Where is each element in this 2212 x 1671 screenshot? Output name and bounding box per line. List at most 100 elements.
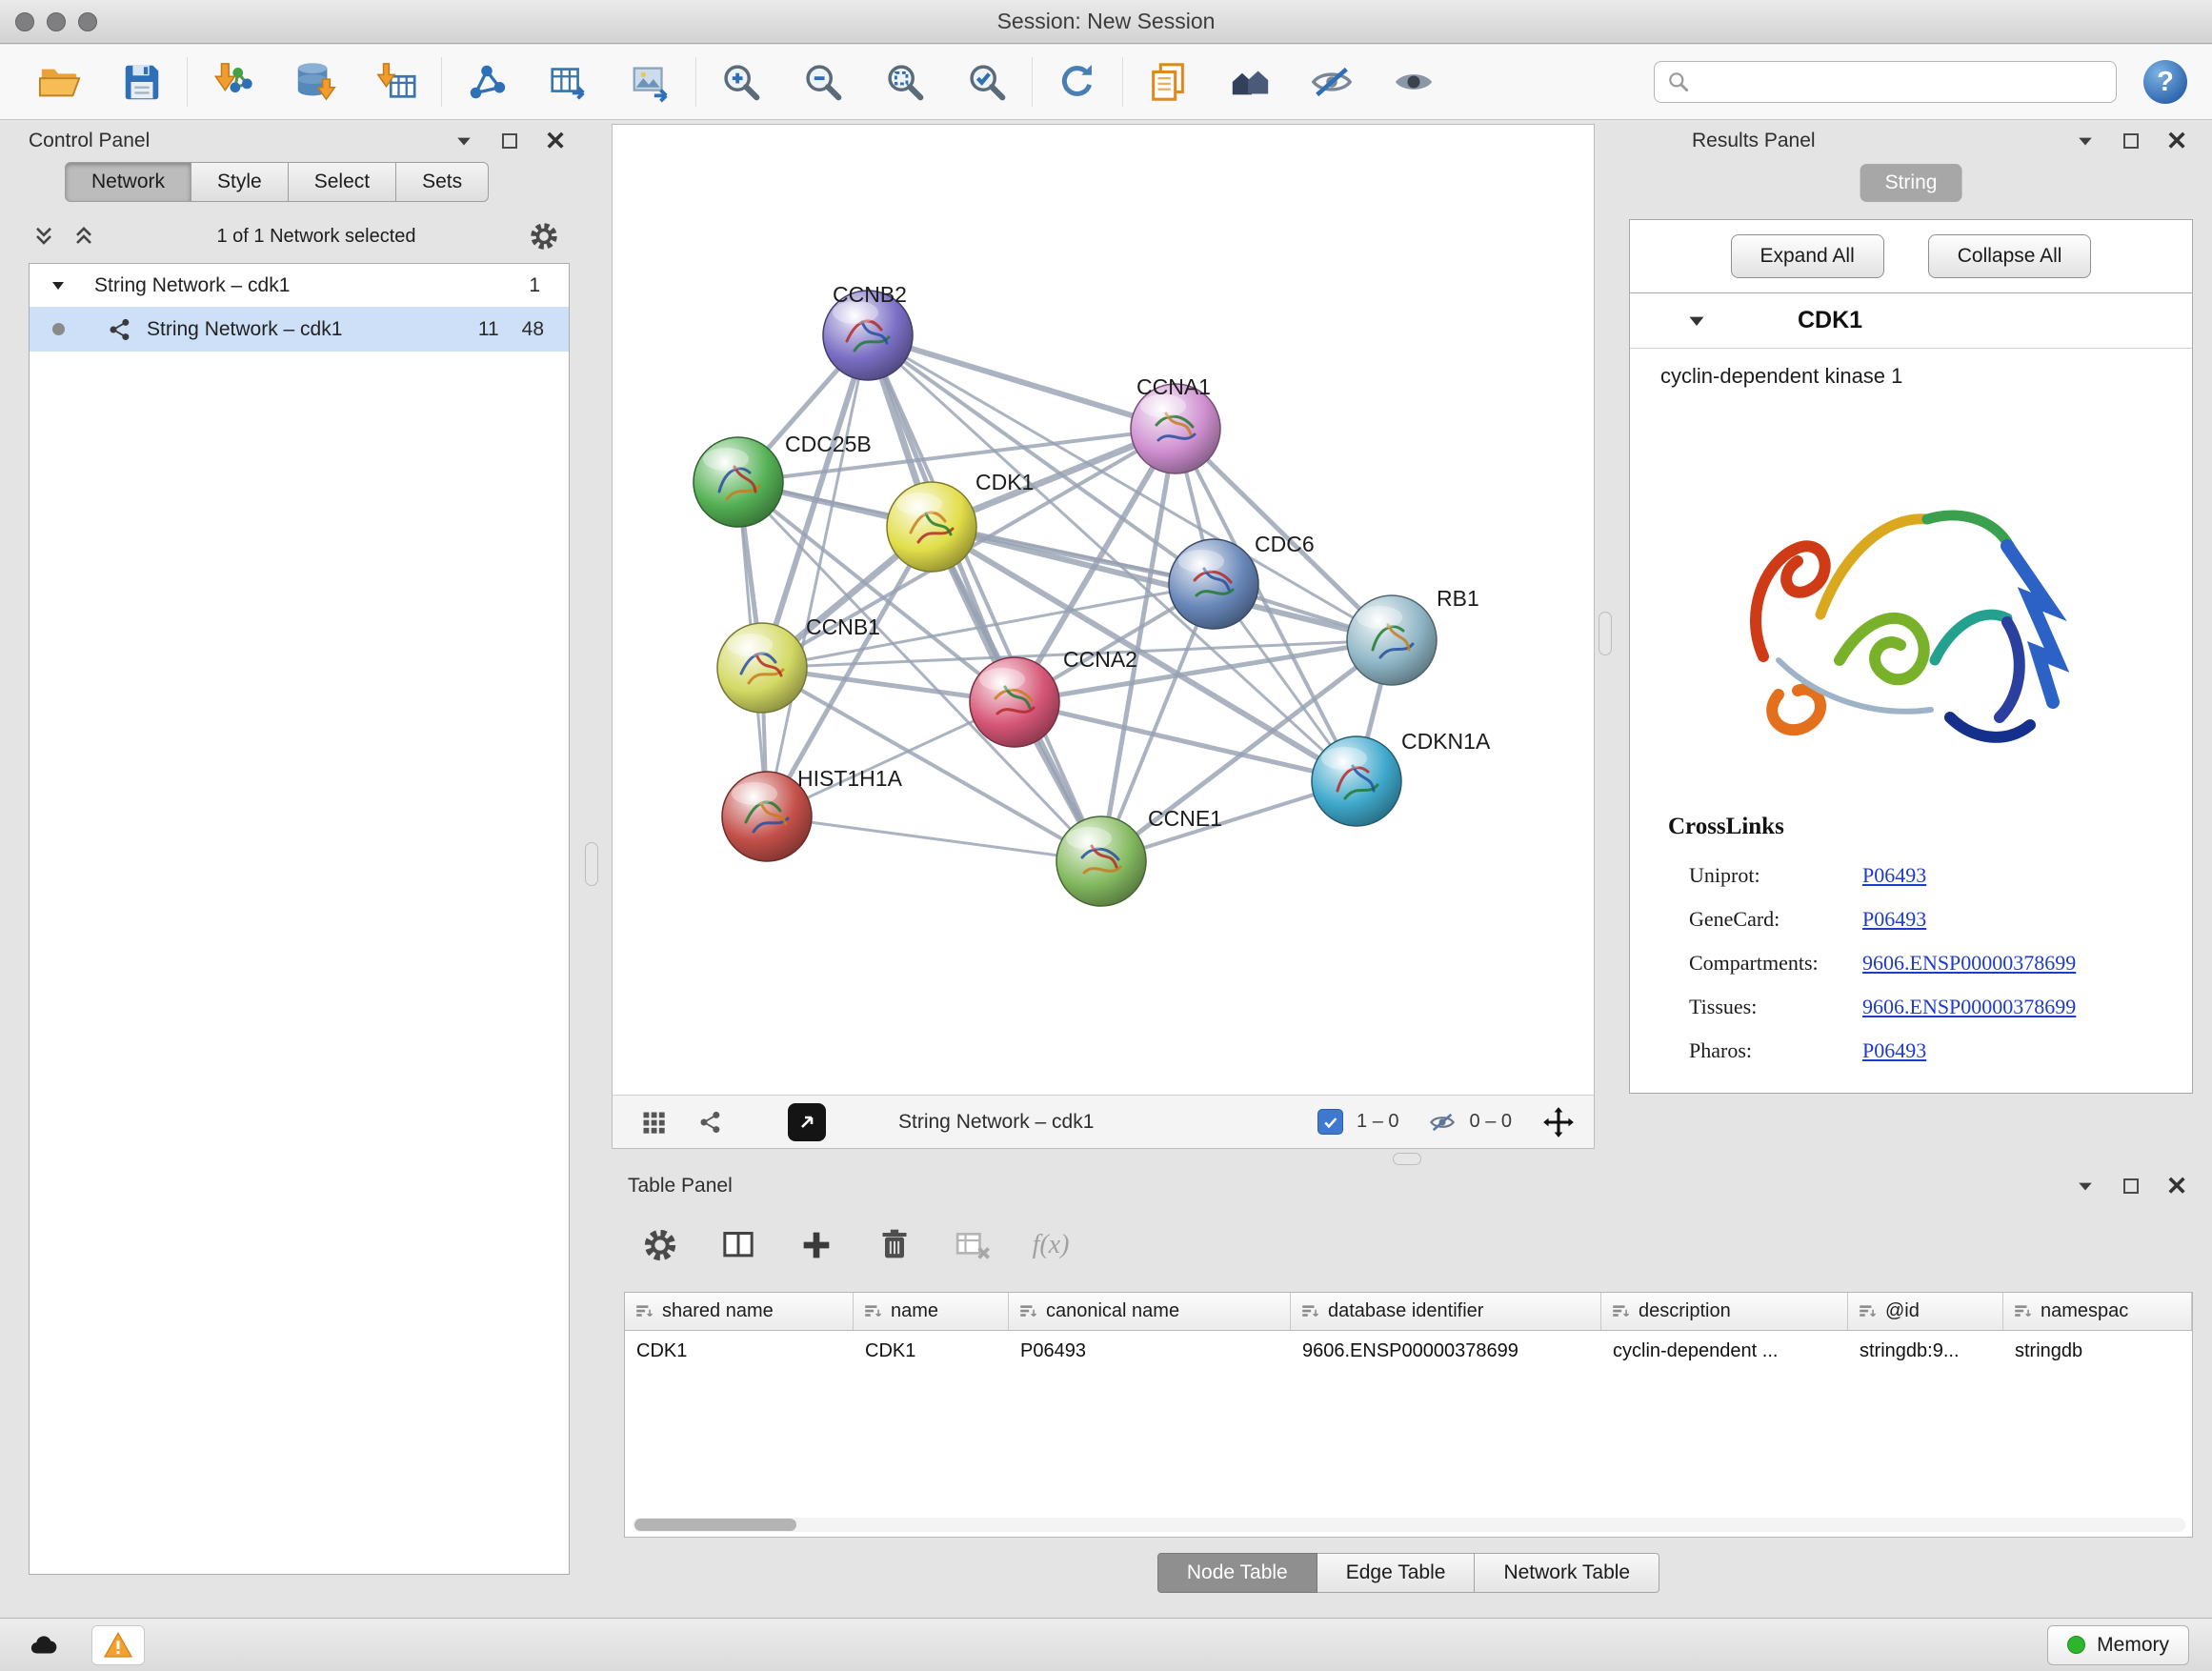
column-header-shared-name[interactable]: shared name — [625, 1293, 854, 1330]
save-session-button[interactable] — [112, 52, 171, 111]
import-table-file-button[interactable] — [367, 52, 426, 111]
network-node-cdkn1a[interactable] — [1312, 736, 1401, 826]
results-panel-close-button[interactable]: ✕ — [2164, 129, 2189, 153]
tab-sets[interactable]: Sets — [396, 162, 489, 202]
show-panel-button[interactable] — [1384, 52, 1443, 111]
network-node-ccna2[interactable] — [970, 657, 1059, 747]
network-node-cdc6[interactable] — [1169, 539, 1258, 629]
network-canvas[interactable]: CCNB2CCNA1CDC25BCDK1CDC6RB1CCNB1CCNA2CDK… — [613, 125, 1594, 1095]
home-button[interactable] — [1220, 52, 1279, 111]
tab-network-table[interactable]: Network Table — [1475, 1553, 1659, 1593]
cell-shared-name[interactable]: CDK1 — [625, 1331, 854, 1371]
control-panel-float-button[interactable] — [452, 129, 476, 153]
tree-expand-caret-icon[interactable] — [50, 278, 66, 293]
delete-column-button[interactable] — [870, 1220, 919, 1270]
cell-name[interactable]: CDK1 — [854, 1331, 1009, 1371]
caret-down-icon — [2077, 132, 2094, 150]
zoom-out-button[interactable] — [794, 52, 853, 111]
crosslink-row-uniprot: Uniprot: P06493 — [1630, 854, 2192, 897]
new-network-button[interactable] — [457, 52, 516, 111]
network-node-ccne1[interactable] — [1056, 816, 1146, 906]
collapse-all-button[interactable]: Collapse All — [1928, 234, 2092, 278]
memory-button[interactable]: Memory — [2047, 1625, 2189, 1665]
hidden-items-button[interactable] — [1428, 1108, 1457, 1137]
table-panel-float-button[interactable] — [2073, 1174, 2098, 1198]
network-node-rb1[interactable] — [1347, 595, 1437, 685]
column-header-namespace[interactable]: namespac — [2003, 1293, 2192, 1330]
left-splitter-handle[interactable] — [585, 842, 598, 886]
warnings-button[interactable] — [91, 1625, 145, 1665]
cell-namespace[interactable]: stringdb — [2003, 1331, 2192, 1371]
column-header-id[interactable]: @id — [1848, 1293, 2003, 1330]
import-network-database-button[interactable] — [285, 52, 344, 111]
network-edge[interactable] — [1015, 702, 1357, 781]
selected-items-checkbox[interactable] — [1317, 1109, 1343, 1135]
network-node-ccnb1[interactable] — [717, 623, 807, 713]
scrollbar-thumb[interactable] — [634, 1519, 796, 1531]
network-edge[interactable] — [868, 335, 1101, 861]
grid-view-button[interactable] — [639, 1108, 668, 1137]
zoom-fit-button[interactable] — [875, 52, 935, 111]
export-table-button[interactable] — [539, 52, 598, 111]
network-node-cdc25b[interactable] — [694, 437, 783, 527]
apply-preferred-layout-button[interactable] — [1048, 52, 1107, 111]
results-panel-maximize-button[interactable] — [2119, 129, 2143, 153]
cell-id[interactable]: stringdb:9... — [1848, 1331, 2003, 1371]
right-splitter-handle[interactable] — [1599, 612, 1612, 655]
column-header-description[interactable]: description — [1601, 1293, 1848, 1330]
network-overview-button[interactable] — [696, 1108, 725, 1137]
cell-database-identifier[interactable]: 9606.ENSP00000378699 — [1291, 1331, 1601, 1371]
cell-description[interactable]: cyclin-dependent ... — [1601, 1331, 1848, 1371]
bottom-splitter-handle[interactable] — [1393, 1153, 1421, 1165]
gear-icon[interactable] — [528, 220, 560, 252]
tab-style[interactable]: Style — [191, 162, 289, 202]
create-column-button[interactable] — [792, 1220, 841, 1270]
import-network-file-button[interactable] — [203, 52, 262, 111]
column-header-name[interactable]: name — [854, 1293, 1009, 1330]
table-options-button[interactable] — [635, 1220, 685, 1270]
network-edge[interactable] — [767, 816, 1101, 861]
network-collection-row[interactable]: String Network – cdk1 1 — [30, 264, 569, 307]
caret-down-icon[interactable] — [1687, 312, 1706, 331]
zoom-selected-button[interactable] — [957, 52, 1016, 111]
results-tab-string[interactable]: String — [1860, 164, 1962, 202]
collapse-all-icon[interactable] — [30, 223, 57, 250]
table-panel-maximize-button[interactable] — [2119, 1174, 2143, 1198]
control-panel-maximize-button[interactable] — [497, 129, 522, 153]
column-header-canonical-name[interactable]: canonical name — [1009, 1293, 1291, 1330]
network-edge[interactable] — [868, 335, 1176, 429]
birdseye-view-button[interactable] — [788, 1103, 826, 1141]
fit-content-button[interactable] — [1540, 1108, 1577, 1137]
cloud-status-button[interactable] — [21, 1626, 67, 1664]
show-columns-button[interactable] — [714, 1220, 763, 1270]
uniprot-link[interactable]: P06493 — [1862, 863, 1926, 888]
genecard-link[interactable]: P06493 — [1862, 907, 1926, 932]
network-node-cdk1[interactable] — [887, 482, 976, 572]
copy-document-icon — [1146, 60, 1190, 104]
hide-panel-button[interactable] — [1302, 52, 1361, 111]
control-panel-close-button[interactable]: ✕ — [543, 129, 568, 153]
table-panel-close-button[interactable]: ✕ — [2164, 1174, 2189, 1198]
cell-canonical-name[interactable]: P06493 — [1009, 1331, 1291, 1371]
tab-edge-table[interactable]: Edge Table — [1317, 1553, 1476, 1593]
expand-all-button[interactable]: Expand All — [1731, 234, 1884, 278]
export-image-button[interactable] — [621, 52, 680, 111]
expand-all-icon[interactable] — [70, 223, 97, 250]
column-header-database-identifier[interactable]: database identifier — [1291, 1293, 1601, 1330]
tab-node-table[interactable]: Node Table — [1157, 1553, 1317, 1593]
tab-network[interactable]: Network — [65, 162, 191, 202]
zoom-in-button[interactable] — [712, 52, 771, 111]
compartments-link[interactable]: 9606.ENSP00000378699 — [1862, 951, 2076, 976]
duplicate-network-button[interactable] — [1138, 52, 1197, 111]
table-horizontal-scrollbar[interactable] — [633, 1518, 2185, 1532]
tab-select[interactable]: Select — [289, 162, 396, 202]
pharos-link[interactable]: P06493 — [1862, 1038, 1926, 1063]
network-row[interactable]: String Network – cdk1 11 48 — [30, 307, 569, 352]
network-edge[interactable] — [767, 335, 868, 816]
results-panel-float-button[interactable] — [2073, 129, 2098, 153]
protein-card-header[interactable]: CDK1 — [1630, 293, 2192, 349]
help-button[interactable]: ? — [2143, 60, 2187, 104]
tissues-link[interactable]: 9606.ENSP00000378699 — [1862, 995, 2076, 1019]
open-session-button[interactable] — [30, 52, 90, 111]
search-input[interactable] — [1699, 71, 2104, 93]
